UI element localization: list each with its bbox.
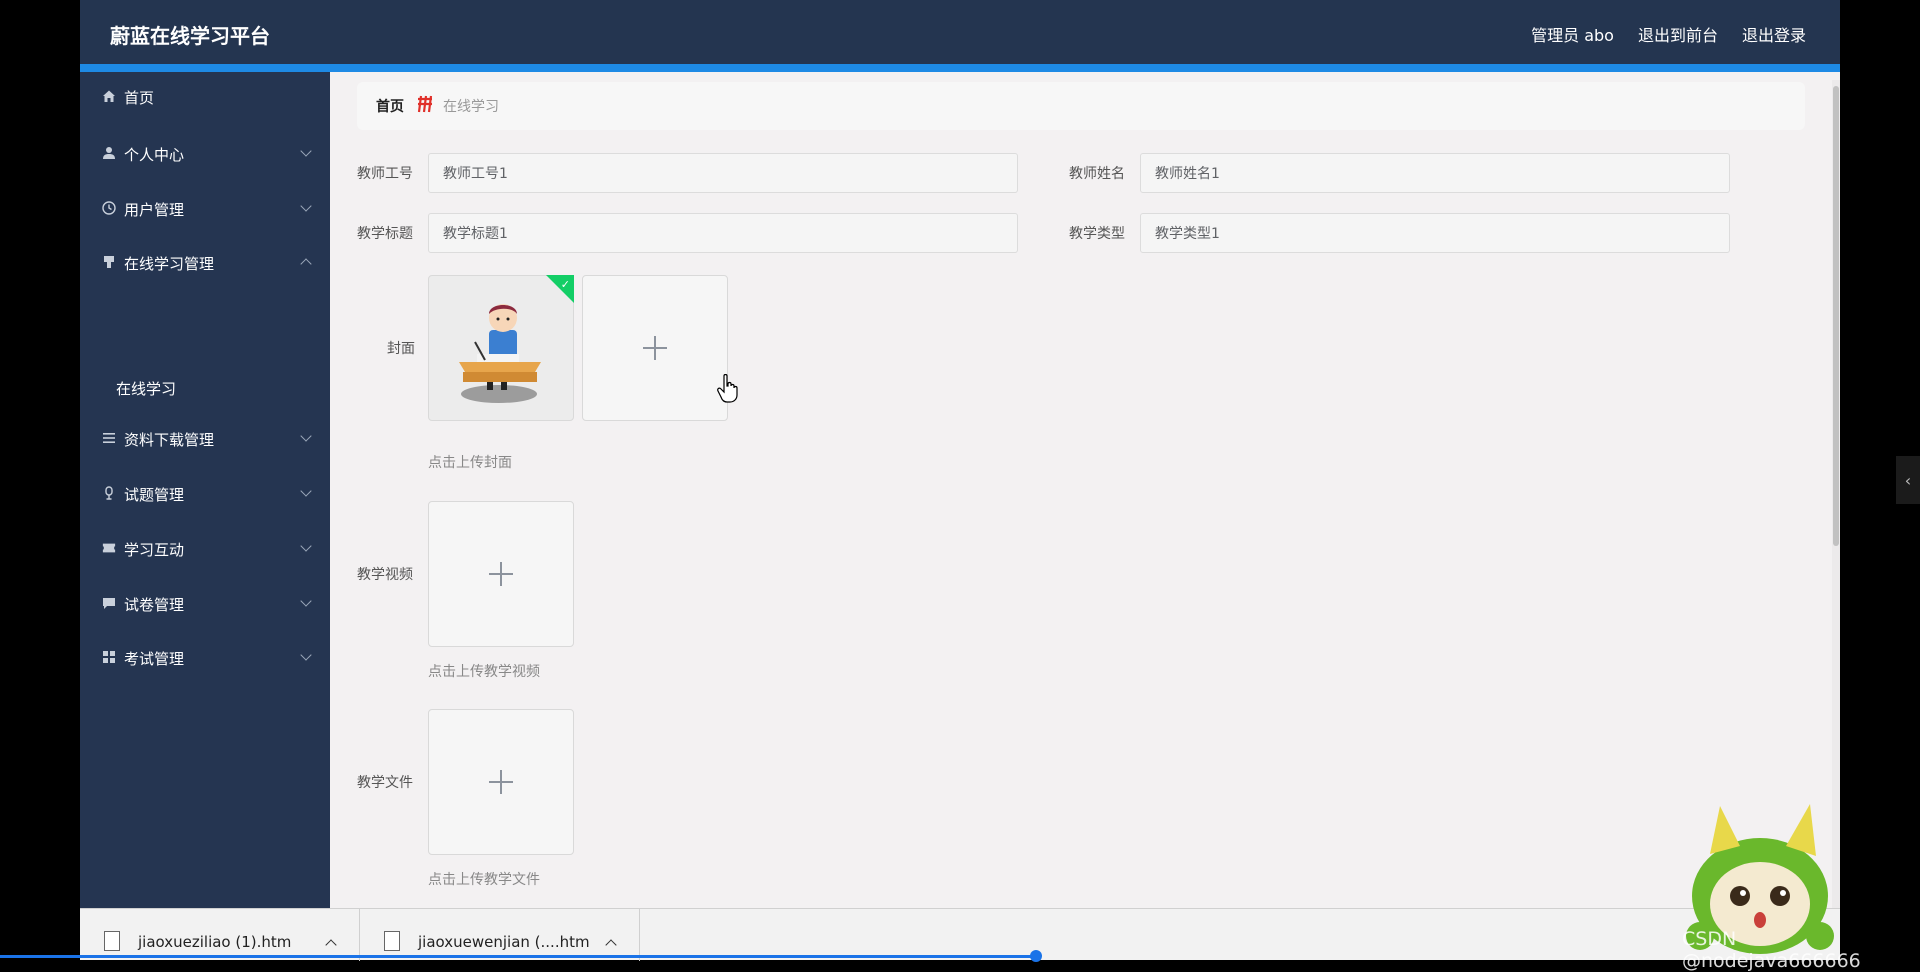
clock-icon — [102, 201, 116, 215]
sidebar-item-exams[interactable]: 考试管理 — [80, 637, 330, 681]
video-upload-button[interactable] — [428, 501, 574, 647]
app-window: 蔚蓝在线学习平台 管理员 abo 退出到前台 退出登录 首页 个人中心 用户管理… — [80, 0, 1840, 908]
download-bar: jiaoxueziliao (1).htm jiaoxuewenjian (..… — [80, 908, 1840, 961]
sidebar-item-label: 资料下载管理 — [124, 431, 215, 449]
teaching-title-input[interactable] — [428, 213, 1018, 253]
logout-link[interactable]: 退出登录 — [1742, 22, 1806, 46]
teacher-name-label: 教师姓名 — [1069, 166, 1125, 182]
chevron-left-icon: ‹ — [1904, 470, 1912, 490]
cover-thumbnail[interactable]: ✓ — [428, 275, 574, 421]
sidebar: 首页 个人中心 用户管理 在线学习管理 在线学习 资料下载管理 试题管理 学习互… — [80, 72, 330, 908]
sidebar-item-home[interactable]: 首页 — [80, 76, 330, 120]
breadcrumb-current: 在线学习 — [443, 99, 499, 115]
chevron-down-icon — [300, 540, 312, 552]
sidebar-item-papers[interactable]: 试卷管理 — [80, 583, 330, 627]
separator-icon — [415, 94, 435, 118]
chevron-down-icon — [300, 200, 312, 212]
breadcrumb-home[interactable]: 首页 — [376, 96, 404, 116]
breadcrumb: 首页 在线学习 — [357, 82, 1805, 130]
sidebar-item-interaction[interactable]: 学习互动 — [80, 528, 330, 572]
user-icon — [102, 146, 116, 160]
hand-cursor-icon — [717, 374, 738, 403]
download-filename: jiaoxueziliao (1).htm — [138, 933, 292, 951]
chevron-down-icon — [300, 485, 312, 497]
file-icon — [384, 931, 400, 951]
sidebar-item-label: 考试管理 — [124, 650, 185, 668]
teaching-type-label: 教学类型 — [1069, 226, 1125, 242]
plus-icon — [489, 770, 513, 794]
main-content: 首页 在线学习 教师工号 教师姓名 教学标题 教学类型 封面 — [330, 72, 1840, 908]
cover-hint: 点击上传封面 — [428, 455, 512, 471]
progress-knob[interactable] — [1030, 950, 1042, 962]
chevron-down-icon — [300, 145, 312, 157]
chevron-down-icon — [300, 430, 312, 442]
chevron-up-icon[interactable] — [605, 939, 617, 951]
sidebar-subitem-online-learning[interactable]: 在线学习 — [80, 364, 330, 412]
chevron-up-icon[interactable] — [325, 939, 337, 951]
sidebar-item-label: 学习互动 — [124, 541, 185, 559]
video-label: 教学视频 — [357, 567, 413, 583]
file-hint: 点击上传教学文件 — [428, 872, 540, 888]
chat-icon — [102, 596, 116, 610]
sidebar-item-label: 用户管理 — [124, 201, 185, 219]
file-upload-button[interactable] — [428, 709, 574, 855]
sidebar-item-profile[interactable]: 个人中心 — [80, 133, 330, 177]
sidebar-subitem-label: 在线学习 — [116, 380, 177, 398]
sidebar-item-label: 试题管理 — [124, 486, 185, 504]
side-panel-toggle[interactable]: ‹ — [1896, 456, 1920, 504]
home-icon — [102, 89, 116, 103]
check-icon: ✓ — [560, 278, 570, 291]
chevron-down-icon — [300, 649, 312, 661]
sidebar-item-questions[interactable]: 试题管理 — [80, 473, 330, 517]
plus-icon — [489, 562, 513, 586]
back-to-front-link[interactable]: 退出到前台 — [1638, 22, 1718, 46]
download-item[interactable]: jiaoxuewenjian (....htm — [360, 909, 640, 961]
teacher-id-label: 教师工号 — [357, 166, 413, 182]
page-scrollbar[interactable] — [1832, 80, 1840, 908]
sidebar-item-materials[interactable]: 资料下载管理 — [80, 418, 330, 462]
top-actions: 管理员 abo 退出到前台 退出登录 — [1531, 22, 1806, 46]
sidebar-item-label: 试卷管理 — [124, 596, 185, 614]
cover-label: 封面 — [387, 341, 415, 357]
user-label[interactable]: 管理员 abo — [1531, 22, 1614, 46]
sidebar-item-label: 在线学习管理 — [124, 255, 215, 273]
download-item[interactable]: jiaoxueziliao (1).htm — [80, 909, 360, 961]
scrollbar-thumb[interactable] — [1833, 86, 1839, 546]
watermark: CSDN @nodejava666666 — [1682, 928, 1861, 972]
top-navbar: 蔚蓝在线学习平台 管理员 abo 退出到前台 退出登录 — [80, 0, 1840, 72]
teacher-name-input[interactable] — [1140, 153, 1730, 193]
sidebar-item-online-learning-mgmt[interactable]: 在线学习管理 — [80, 242, 330, 286]
ticket-icon — [102, 541, 116, 555]
sidebar-item-users[interactable]: 用户管理 — [80, 188, 330, 232]
grid-icon — [102, 650, 116, 664]
teacher-id-input[interactable] — [428, 153, 1018, 193]
download-filename: jiaoxuewenjian (....htm — [418, 933, 590, 951]
bookmark-icon — [102, 255, 116, 269]
sidebar-item-label: 首页 — [124, 89, 155, 107]
file-label: 教学文件 — [357, 775, 413, 791]
mic-icon — [102, 486, 116, 500]
chevron-down-icon — [300, 595, 312, 607]
sidebar-item-label: 个人中心 — [124, 146, 185, 164]
file-icon — [104, 931, 120, 951]
cover-upload-button[interactable] — [582, 275, 728, 421]
video-progress-bar[interactable] — [0, 955, 1036, 958]
plus-icon — [643, 336, 667, 360]
app-title: 蔚蓝在线学习平台 — [110, 24, 270, 48]
teaching-type-input[interactable] — [1140, 213, 1730, 253]
chevron-up-icon — [300, 258, 312, 270]
video-hint: 点击上传教学视频 — [428, 664, 540, 680]
teaching-title-label: 教学标题 — [357, 226, 413, 242]
list-icon — [102, 431, 116, 445]
